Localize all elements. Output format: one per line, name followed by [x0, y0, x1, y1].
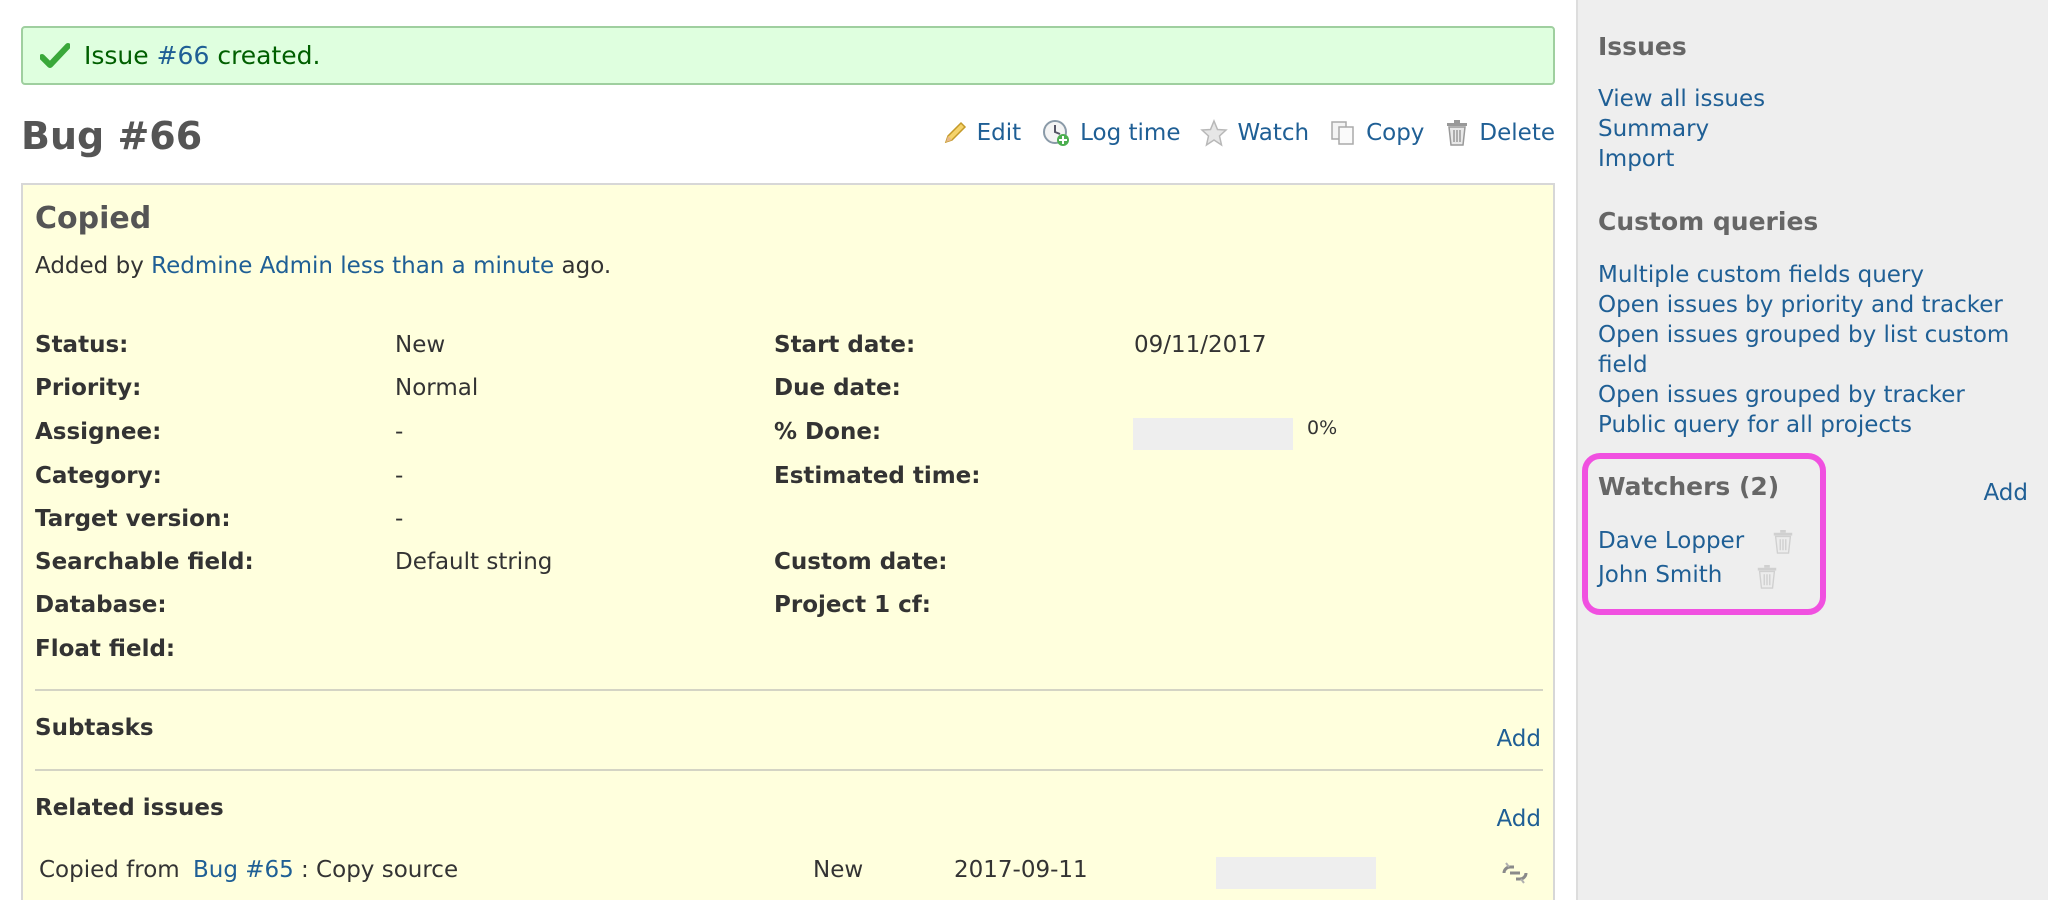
delete-label: Delete — [1479, 120, 1555, 146]
sidebar-link-summary[interactable]: Summary — [1598, 114, 2038, 144]
related-issue-date: 2017-09-11 — [954, 857, 1088, 883]
related-issue-progress — [1216, 857, 1376, 889]
edit-label: Edit — [976, 120, 1022, 146]
related-issue-subject: : Copy source — [301, 857, 459, 883]
custom-date-label: Custom date: — [774, 549, 948, 575]
watchers-heading: Watchers (2) — [1598, 472, 1780, 501]
related-issue-status: New — [813, 857, 864, 883]
pencil-icon — [944, 121, 966, 144]
add-related-issue-button[interactable]: Add — [1496, 806, 1541, 832]
issues-heading: Issues — [1598, 32, 1687, 61]
subtasks-title: Subtasks — [35, 715, 154, 741]
star-icon — [1200, 119, 1229, 147]
issue-age-link[interactable]: less than a minute — [340, 253, 554, 279]
copy-label: Copy — [1366, 120, 1425, 146]
priority-value: Normal — [395, 375, 479, 401]
done-progress-bar — [1133, 418, 1293, 450]
clock-icon — [1043, 120, 1070, 146]
flash-suffix: created. — [209, 41, 321, 70]
estimated-time-label: Estimated time: — [774, 463, 981, 489]
add-watcher-button[interactable]: Add — [1983, 480, 2028, 506]
sidebar: Issues View all issues Summary Import Cu… — [1576, 0, 2048, 900]
target-version-value: - — [395, 506, 404, 532]
copy-button[interactable]: Copy — [1329, 119, 1424, 147]
category-value: - — [395, 463, 404, 489]
checkmark-icon — [40, 42, 70, 68]
issue-title: Bug #66 — [21, 114, 203, 158]
start-date-label: Start date: — [774, 332, 916, 358]
edit-button[interactable]: Edit — [942, 120, 1022, 146]
custom-queries-heading: Custom queries — [1598, 207, 1819, 236]
target-version-label: Target version: — [35, 506, 231, 532]
author-link[interactable]: Redmine Admin — [151, 253, 333, 279]
watch-label: Watch — [1237, 120, 1310, 146]
done-value: 0% — [1307, 417, 1338, 439]
due-date-label: Due date: — [774, 375, 901, 401]
watcher-link[interactable]: Dave Lopper — [1598, 526, 1744, 556]
flash-issue-link[interactable]: #66 — [157, 41, 210, 70]
database-label: Database: — [35, 592, 167, 618]
searchable-field-value: Default string — [395, 549, 553, 575]
status-label: Status: — [35, 332, 129, 358]
assignee-label: Assignee: — [35, 419, 162, 445]
watch-button[interactable]: Watch — [1200, 119, 1309, 147]
related-issue-link[interactable]: Bug #65 — [193, 857, 294, 883]
sidebar-link-view-all-issues[interactable]: View all issues — [1598, 84, 2038, 114]
issue-details: Copied Added by Redmine Admin less than … — [21, 183, 1555, 900]
add-subtask-button[interactable]: Add — [1496, 726, 1541, 752]
divider — [35, 689, 1543, 691]
remove-watcher-trash-icon[interactable] — [1771, 529, 1795, 555]
author-suffix: ago. — [554, 253, 612, 279]
issue-subject: Copied — [35, 201, 152, 236]
sidebar-link-import[interactable]: Import — [1598, 144, 2038, 174]
project-cf-label: Project 1 cf: — [774, 592, 931, 618]
done-label: % Done: — [774, 419, 882, 445]
query-link[interactable]: Open issues grouped by tracker — [1598, 380, 2038, 410]
query-link[interactable]: Public query for all projects — [1598, 410, 2038, 440]
author-prefix: Added by — [35, 253, 152, 279]
priority-label: Priority: — [35, 375, 142, 401]
float-field-label: Float field: — [35, 636, 176, 662]
issue-author-line: Added by Redmine Admin less than a minut… — [35, 253, 611, 279]
related-issue-row: Copied from Bug #65 : Copy source New 20… — [39, 853, 1539, 893]
status-value: New — [395, 332, 446, 358]
start-date-value: 09/11/2017 — [1134, 332, 1267, 358]
copy-icon — [1331, 121, 1354, 145]
divider — [35, 769, 1543, 771]
delete-button[interactable]: Delete — [1444, 119, 1555, 147]
related-issues-title: Related issues — [35, 795, 224, 821]
flash-notice: Issue #66 created. — [21, 26, 1555, 85]
query-link[interactable]: Open issues grouped by list custom field — [1598, 320, 2038, 380]
unlink-icon[interactable] — [1500, 859, 1530, 887]
issue-actions: Edit Log time Watch Copy Delete — [922, 118, 1555, 148]
flash-prefix: Issue — [84, 41, 157, 70]
query-link[interactable]: Open issues by priority and tracker — [1598, 290, 2038, 320]
category-label: Category: — [35, 463, 162, 489]
remove-watcher-trash-icon[interactable] — [1755, 564, 1779, 590]
trash-icon — [1447, 120, 1468, 146]
log-time-button[interactable]: Log time — [1041, 118, 1180, 148]
main-content: Issue #66 created. Bug #66 Edit Log time — [0, 0, 1576, 900]
relation-type: Copied from — [39, 857, 188, 883]
searchable-field-label: Searchable field: — [35, 549, 254, 575]
watcher-link[interactable]: John Smith — [1598, 560, 1722, 590]
assignee-value: - — [395, 419, 404, 445]
query-link[interactable]: Multiple custom fields query — [1598, 260, 2038, 290]
log-time-label: Log time — [1080, 120, 1181, 146]
